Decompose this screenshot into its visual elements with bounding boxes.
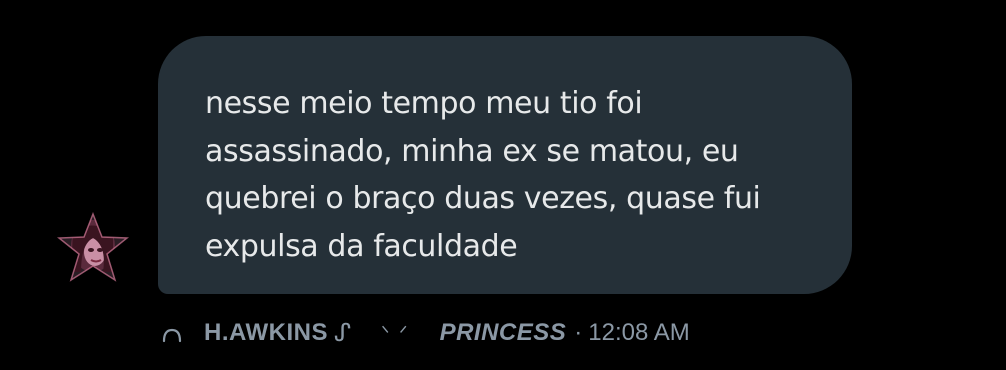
sender-accent: ᐠ ᐟ	[381, 322, 410, 345]
sender-deco: ᔑ	[334, 319, 352, 347]
reply-arc-icon[interactable]	[160, 321, 184, 345]
message-bubble[interactable]: nesse meio tempo meu tio foi assassinado…	[158, 36, 852, 294]
message-text: nesse meio tempo meu tio foi assassinado…	[205, 80, 812, 270]
message-line: nesse meio tempo meu tio foi	[205, 86, 643, 121]
message-meta: H.AWKINS ᔑ ᐠ ᐟ PRINCESS · 12:08 AM	[160, 313, 690, 353]
sender-name[interactable]: H.AWKINS	[204, 319, 328, 347]
message-line: expulsa da faculdade	[205, 228, 518, 264]
message-line: assassinado, minha ex se matou, eu	[205, 133, 739, 169]
meta-separator: ·	[574, 319, 583, 346]
message-row: nesse meio tempo meu tio foi assassinado…	[0, 0, 1006, 370]
sender-title[interactable]: PRINCESS	[440, 319, 567, 347]
avatar[interactable]	[57, 212, 129, 284]
message-time: 12:08 AM	[588, 319, 690, 346]
message-line: quebrei o braço duas vezes, quase fui	[205, 181, 761, 216]
